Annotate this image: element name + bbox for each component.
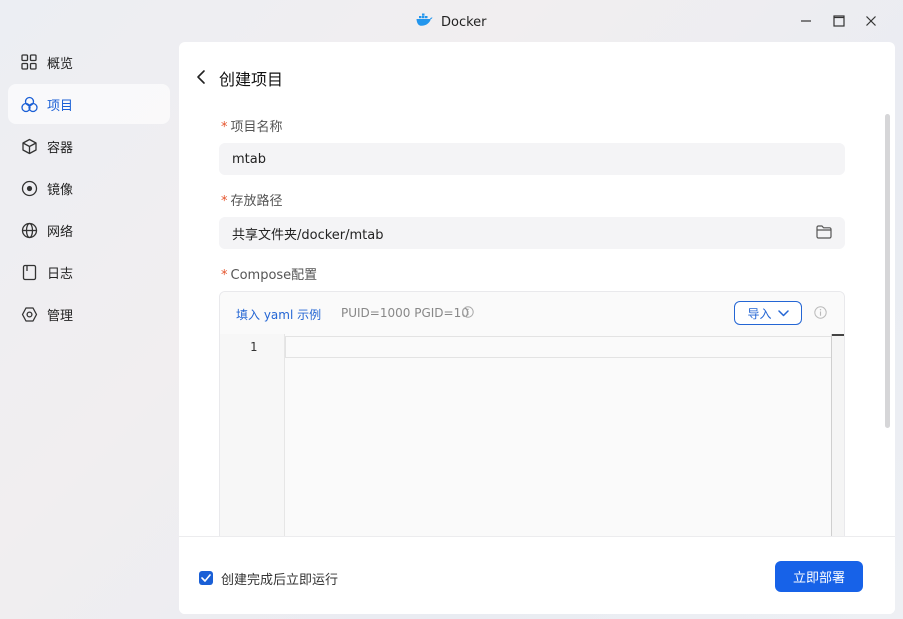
yaml-code-editor[interactable]: 1: [220, 334, 844, 550]
sidebar-item-overview[interactable]: 概览: [8, 42, 170, 82]
required-mark: *: [221, 194, 228, 209]
minimize-button[interactable]: [795, 10, 817, 32]
grid-icon: [20, 53, 38, 71]
project-name-input[interactable]: mtab: [219, 143, 845, 175]
sidebar-item-label: 网络: [47, 224, 74, 240]
checkmark-icon: [201, 574, 211, 582]
compose-toolbar: 填入 yaml 示例 PUID=1000 PGID=10 导入: [220, 292, 844, 334]
sidebar-item-label: 镜像: [47, 182, 74, 198]
chevron-down-icon: [777, 309, 789, 316]
info-icon[interactable]: [462, 306, 474, 322]
active-line-highlight: [285, 336, 832, 358]
storage-path-input[interactable]: 共享文件夹/docker/mtab: [219, 217, 845, 249]
code-text-area[interactable]: [284, 334, 832, 550]
folder-icon[interactable]: [816, 225, 832, 243]
close-icon: [866, 16, 876, 26]
circles-icon: [20, 95, 38, 113]
sidebar-item-manage[interactable]: 管理: [8, 294, 170, 334]
page-title: 创建项目: [219, 70, 284, 89]
sidebar-item-label: 项目: [47, 98, 74, 114]
main-panel: 创建项目 * 项目名称 mtab * 存放路径 共享文件夹/docker/mtab …: [179, 42, 895, 614]
editor-scrollbar[interactable]: [831, 334, 844, 550]
disc-icon: [20, 179, 38, 197]
panel-scrollbar[interactable]: [885, 114, 890, 428]
line-number-gutter: 1: [220, 334, 284, 550]
docker-whale-icon: [416, 13, 433, 31]
maximize-button[interactable]: [828, 10, 850, 32]
run-after-create-label[interactable]: 创建完成后立即运行: [221, 569, 338, 588]
sidebar-item-label: 日志: [47, 266, 74, 282]
chevron-left-icon: [197, 70, 205, 84]
storage-path-value: 共享文件夹/docker/mtab: [232, 227, 384, 243]
sidebar-item-projects[interactable]: 项目: [8, 84, 170, 124]
sidebar-item-logs[interactable]: 日志: [8, 252, 170, 292]
run-after-create-checkbox[interactable]: [199, 571, 213, 585]
log-icon: [20, 263, 38, 281]
required-mark: *: [221, 268, 228, 283]
window-title-group: Docker: [416, 12, 487, 32]
hexagon-gear-icon: [20, 305, 38, 323]
project-name-label: * 项目名称: [221, 120, 283, 135]
project-name-value: mtab: [232, 151, 266, 167]
required-mark: *: [221, 120, 228, 135]
sidebar-item-label: 概览: [47, 56, 74, 72]
import-dropdown-button[interactable]: 导入: [734, 301, 802, 325]
sidebar-item-images[interactable]: 镜像: [8, 168, 170, 208]
import-label: 导入: [747, 306, 772, 321]
form-footer: 创建完成后立即运行 立即部署: [179, 536, 895, 614]
sidebar-item-network[interactable]: 网络: [8, 210, 170, 250]
minimize-icon: [801, 20, 811, 22]
close-button[interactable]: [860, 10, 882, 32]
storage-path-label: * 存放路径: [221, 194, 283, 209]
compose-editor-box: 填入 yaml 示例 PUID=1000 PGID=10 导入 1: [219, 291, 845, 551]
back-button[interactable]: [193, 68, 209, 86]
sidebar-item-label: 容器: [47, 140, 74, 156]
sidebar-item-containers[interactable]: 容器: [8, 126, 170, 166]
cube-icon: [20, 137, 38, 155]
puid-pgid-text: PUID=1000 PGID=10: [341, 306, 469, 320]
title-bar: Docker: [0, 0, 903, 42]
info-icon[interactable]: [814, 306, 827, 323]
fill-yaml-example-link[interactable]: 填入 yaml 示例: [236, 306, 321, 323]
globe-icon: [20, 221, 38, 239]
maximize-icon: [833, 15, 845, 27]
window-title: Docker: [441, 14, 487, 30]
editor-scroll-thumb[interactable]: [832, 334, 844, 336]
deploy-now-button[interactable]: 立即部署: [775, 561, 863, 592]
compose-label: * Compose配置: [221, 268, 318, 283]
sidebar-item-label: 管理: [47, 308, 74, 324]
line-number: 1: [250, 340, 258, 354]
